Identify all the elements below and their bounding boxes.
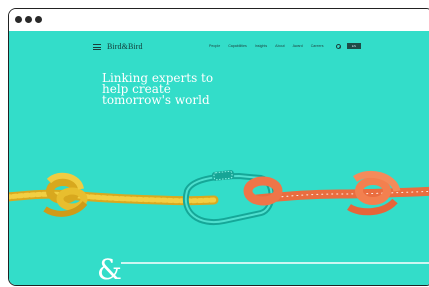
ampersand-mark: & (97, 253, 122, 285)
hero-headline: Linking experts to help create tomorrow'… (102, 72, 262, 107)
window-maximize-control[interactable] (35, 16, 42, 23)
menu-icon[interactable] (93, 44, 101, 50)
site-header: Bird&Bird People Capabilities Insights A… (9, 41, 429, 53)
browser-window: & Bird&Bird People Capabilities Insights… (8, 8, 429, 286)
hero-image: & (9, 170, 429, 285)
main-navigation: People Capabilities Insights About Award… (209, 44, 324, 48)
nav-item-people[interactable]: People (209, 44, 220, 48)
left-knot (43, 172, 88, 217)
language-selector[interactable]: EN (347, 43, 361, 49)
site-logo[interactable]: Bird&Bird (107, 42, 143, 51)
window-close-control[interactable] (15, 16, 22, 23)
nav-item-capabilities[interactable]: Capabilities (228, 44, 247, 48)
nav-item-about[interactable]: About (275, 44, 284, 48)
nav-item-careers[interactable]: Careers (311, 44, 324, 48)
headline-line-3: tomorrow's world (102, 93, 210, 107)
search-icon[interactable] (336, 43, 342, 49)
browser-titlebar (9, 9, 429, 32)
window-minimize-control[interactable] (25, 16, 32, 23)
nav-item-insights[interactable]: Insights (255, 44, 267, 48)
website-page: & Bird&Bird People Capabilities Insights… (9, 31, 429, 285)
nav-item-award[interactable]: Award (293, 44, 303, 48)
